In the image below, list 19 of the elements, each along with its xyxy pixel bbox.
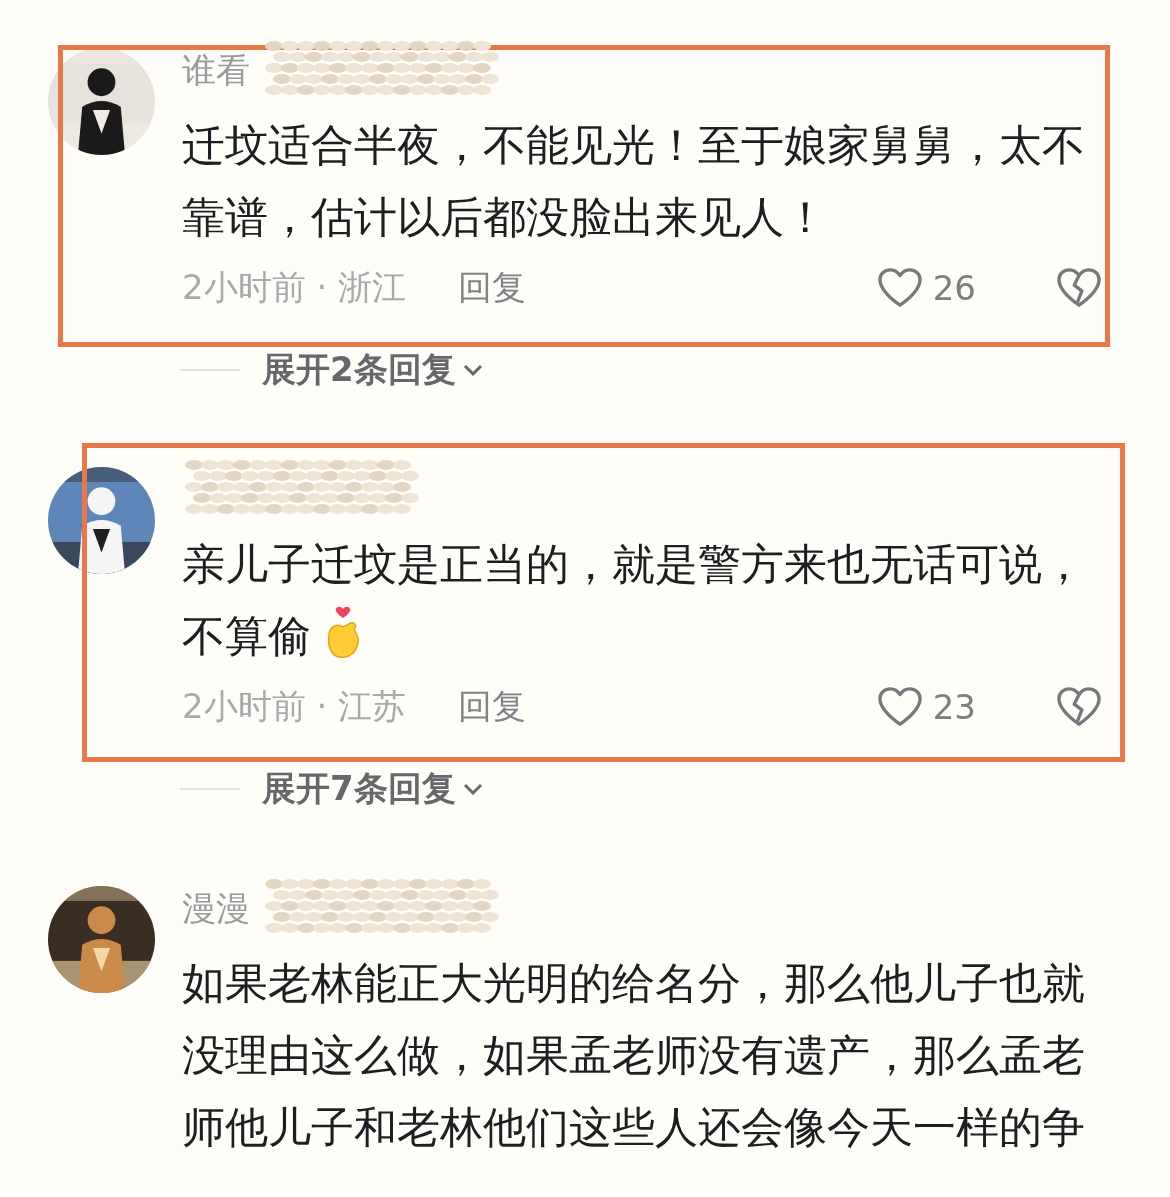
heart-icon[interactable] — [876, 267, 923, 309]
like-count: 23 — [932, 687, 976, 727]
chevron-down-icon — [461, 363, 484, 377]
broken-heart-icon[interactable] — [1056, 686, 1102, 728]
broken-heart-icon[interactable] — [1056, 267, 1102, 309]
comment-text: 迁坟适合半夜，不能见光！至于娘家舅舅，太不靠谱，估计以后都没脸出来见人！ — [182, 119, 1086, 244]
chevron-down-icon — [461, 782, 484, 796]
expand-replies-button[interactable]: 展开2条回复 — [262, 347, 484, 393]
user-name[interactable]: 谁看 — [182, 50, 250, 90]
reply-link[interactable]: 回复 — [458, 684, 527, 730]
user-name[interactable]: 漫漫 — [182, 888, 250, 928]
comment-text: 如果老林能正大光明的给名分，那么他儿子也就没理由这么做，如果孟老师没有遗产，那么孟老师他儿子和老林他们这些人还会像今天一样的争 — [182, 957, 1086, 1154]
like-count: 26 — [932, 268, 976, 308]
time-location: 2小时前 · 江苏 — [182, 685, 407, 728]
reply-link[interactable]: 回复 — [458, 265, 527, 311]
time-location: 2小时前 · 浙江 — [182, 266, 407, 309]
comment-text: 亲儿子迁坟是正当的，就是警方来也无话可说，不算偷 — [182, 538, 1086, 663]
expand-replies-button[interactable]: 展开7条回复 — [262, 766, 484, 812]
heart-icon[interactable] — [876, 686, 923, 728]
